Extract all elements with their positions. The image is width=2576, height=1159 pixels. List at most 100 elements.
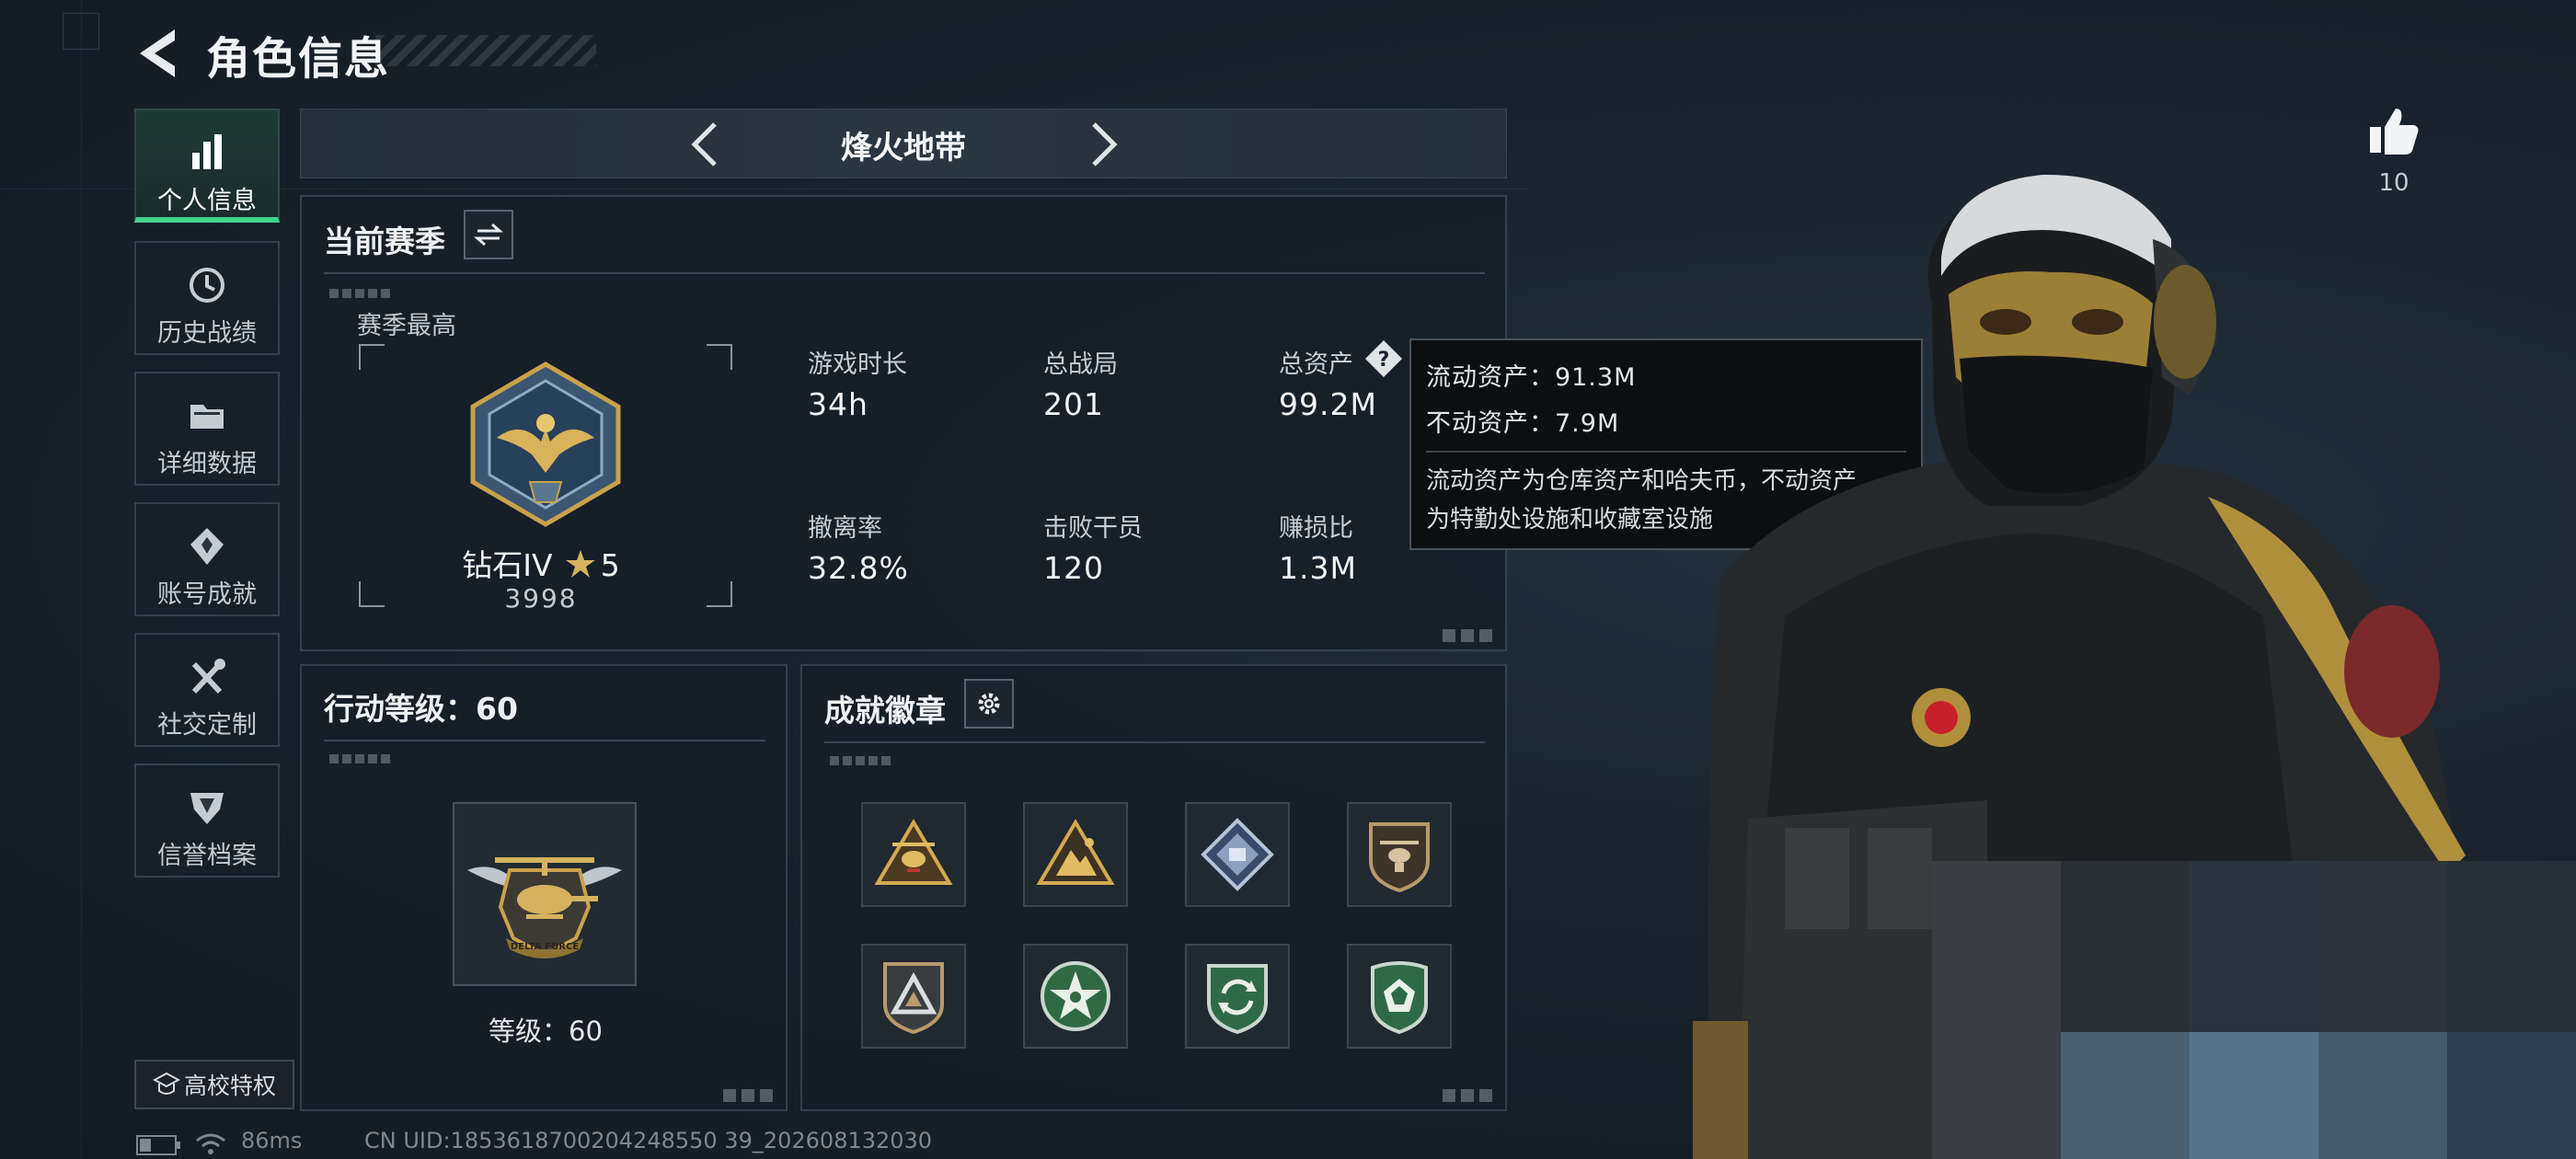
decoration (830, 756, 894, 765)
bar-chart-icon (192, 134, 222, 169)
action-level-panel: 行动等级：60 DELTA FORCE 等级：60 (300, 664, 788, 1111)
mosaic-block (2061, 1032, 2190, 1159)
star-circle-badge-icon (1041, 961, 1110, 1031)
bracket-corner (707, 344, 732, 370)
sidebar-item-detailed-data[interactable]: 详细数据 (134, 372, 280, 486)
stat-value: 1.3M (1279, 550, 1357, 586)
decoration (329, 289, 394, 298)
level-emblem-frame: DELTA FORCE (453, 802, 637, 986)
season-panel: 当前赛季 赛季最高 钻石IV 5 3998 游戏时长 34h 总战局 201 总… (300, 195, 1507, 651)
achievement-icon (190, 528, 224, 565)
mosaic-block (2447, 1032, 2576, 1159)
rank-score: 3998 (504, 583, 578, 614)
rank-info: 钻石IV 5 (357, 541, 725, 585)
diamond-badge-icon (1201, 818, 1274, 891)
uid-text: CN UID:1853618700204248550 39_2026081320… (364, 1128, 933, 1153)
page-title: 角色信息 (206, 33, 391, 85)
stat-value: 120 (1043, 550, 1104, 586)
diamond-rank-emblem-icon (470, 361, 621, 527)
stat-label: 游戏时长 (808, 350, 907, 379)
gear-icon (978, 693, 1000, 715)
badge-tile[interactable] (1185, 944, 1290, 1049)
folder-icon (190, 405, 224, 429)
triangle-shield-badge-icon (883, 962, 944, 1035)
emblem-text: DELTA FORCE (511, 942, 579, 952)
mosaic-block (2318, 1032, 2447, 1159)
stat-value: 32.8% (808, 550, 909, 586)
sidebar-item-label: 历史战绩 (157, 319, 257, 348)
stat-value: 201 (1043, 386, 1104, 422)
like-button[interactable] (2366, 103, 2421, 158)
mosaic-block (2061, 861, 2190, 1032)
mosaic-block (2190, 1032, 2318, 1159)
mosaic-block (2447, 861, 2576, 1032)
mosaic-block (2318, 861, 2447, 1032)
tools-icon (191, 659, 225, 694)
corner-decoration (723, 1089, 776, 1102)
back-button[interactable] (134, 26, 184, 81)
sidebar-item-history[interactable]: 历史战绩 (134, 241, 280, 355)
sidebar-item-achievements[interactable]: 账号成就 (134, 502, 280, 616)
svg-text:?: ? (1378, 349, 1390, 372)
title-decoration (375, 35, 596, 66)
bracket-corner (359, 344, 385, 370)
mode-switcher: 烽火地带 (300, 109, 1507, 178)
helicopter-emblem-icon: DELTA FORCE (467, 857, 622, 958)
asset-help-button[interactable]: ? (1363, 339, 1404, 379)
badge-tile[interactable] (1347, 944, 1452, 1049)
thumbs-up-icon (2370, 109, 2419, 155)
ping-text: 86ms (241, 1128, 303, 1153)
badge-tile[interactable] (1023, 802, 1128, 907)
season-title: 当前赛季 (324, 224, 445, 259)
divider (824, 741, 1485, 743)
history-icon (190, 268, 224, 303)
mode-next-button[interactable] (1079, 119, 1127, 170)
sidebar-item-social[interactable]: 社交定制 (134, 633, 280, 747)
mode-title: 烽火地带 (841, 130, 966, 166)
wifi-icon (196, 1133, 225, 1154)
bg-square (63, 13, 99, 50)
level-text: 等级：60 (489, 1016, 603, 1047)
stat-label: 撤离率 (808, 514, 882, 543)
badges-settings-button[interactable] (964, 679, 1014, 729)
divider (324, 740, 765, 741)
helicopter-shield-badge-icon (1369, 822, 1430, 893)
stat-label: 总战局 (1043, 350, 1118, 379)
badge-tile[interactable] (1347, 802, 1452, 907)
helicopter-triangle-badge-icon (874, 819, 953, 885)
battery-icon (136, 1135, 180, 1155)
rank-name: 钻石IV (462, 547, 553, 583)
badge-tile[interactable] (1185, 802, 1290, 907)
season-switch-button[interactable] (464, 210, 513, 259)
campus-icon (152, 1072, 180, 1095)
sidebar-item-label: 详细数据 (157, 450, 257, 478)
badge-tile[interactable] (861, 944, 966, 1049)
stat-label: 击败干员 (1043, 514, 1143, 543)
stat-value: 34h (808, 386, 868, 422)
sidebar-item-reputation[interactable]: 信誉档案 (134, 763, 280, 878)
badge-tile[interactable] (1023, 944, 1128, 1049)
sidebar-item-personal-info[interactable]: 个人信息 (134, 109, 280, 223)
recycle-shield-badge-icon (1207, 964, 1268, 1035)
campus-privilege-button[interactable]: 高校特权 (134, 1060, 294, 1109)
star-icon (565, 550, 595, 578)
badges-panel: 成就徽章 (800, 664, 1507, 1111)
stat-value: 99.2M (1279, 386, 1377, 422)
like-count: 10 (2378, 169, 2409, 197)
campus-privilege-label: 高校特权 (183, 1073, 276, 1099)
mountain-triangle-badge-icon (1036, 819, 1115, 885)
action-level-title: 行动等级：60 (324, 691, 518, 727)
badges-title: 成就徽章 (824, 693, 946, 729)
sidebar-item-label: 账号成就 (157, 580, 257, 609)
sidebar-item-label: 社交定制 (157, 711, 257, 740)
swap-icon (474, 223, 503, 247)
badge-tile[interactable] (861, 802, 966, 907)
corner-decoration (1443, 629, 1496, 642)
question-diamond-icon: ? (1365, 340, 1402, 377)
decoration (329, 754, 394, 763)
stat-label: 总资产 (1279, 350, 1353, 379)
back-arrow-icon (140, 29, 175, 77)
sidebar-item-label: 个人信息 (157, 187, 257, 215)
sidebar-item-label: 信誉档案 (157, 842, 257, 870)
chevron-right-icon (1092, 122, 1118, 166)
